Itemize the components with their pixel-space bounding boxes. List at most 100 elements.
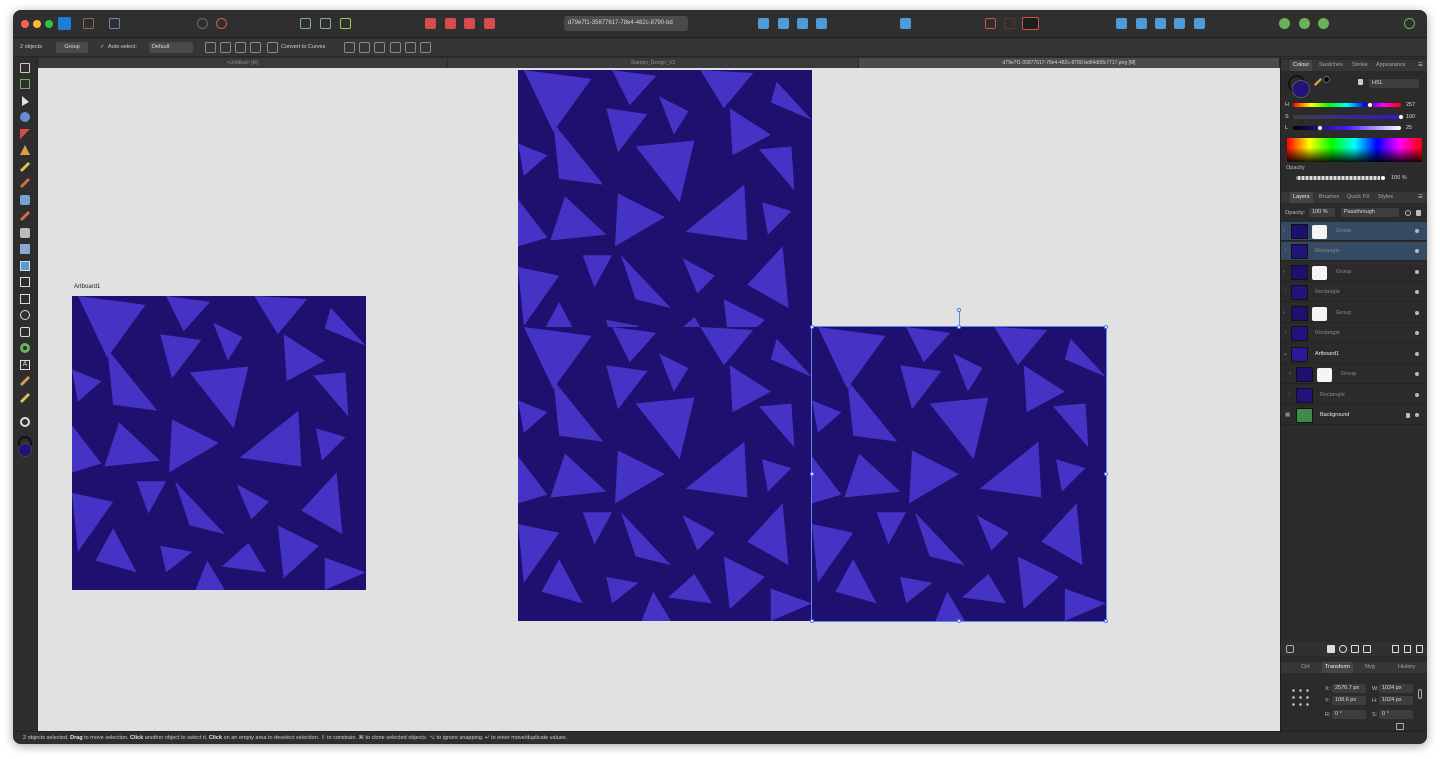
tab-ctrl[interactable]: Ctrl <box>1301 662 1310 673</box>
selection-handle-mr[interactable] <box>1104 472 1108 476</box>
insert-inside-icon[interactable] <box>300 18 311 29</box>
boolean-add-icon[interactable] <box>425 18 436 29</box>
pen-tool-icon[interactable] <box>20 145 30 155</box>
opacity-value[interactable]: 100 % <box>1391 175 1407 181</box>
visibility-toggle[interactable] <box>1415 331 1419 335</box>
group-button[interactable]: Group <box>56 42 88 53</box>
snap-toggle-icon[interactable] <box>1004 18 1015 29</box>
align-bottom-icon[interactable] <box>420 42 431 53</box>
layer-settings-gear-icon[interactable] <box>1405 210 1411 216</box>
studio-colour-icon[interactable] <box>1279 18 1290 29</box>
selection-handle-tr[interactable] <box>1104 325 1108 329</box>
layer-row-rectangle[interactable]: ⋮ Rectangle <box>1281 324 1427 343</box>
align-right-icon[interactable] <box>374 42 385 53</box>
w-field[interactable]: 1024 px <box>1379 684 1413 693</box>
x-field[interactable]: 2576.7 px <box>1332 684 1366 693</box>
lock-icon[interactable] <box>1358 79 1363 85</box>
align-top-icon[interactable] <box>390 42 401 53</box>
artboard-tool-icon[interactable] <box>20 79 30 89</box>
tab-appearance[interactable]: Appearance <box>1376 60 1406 71</box>
selection-handle-tl[interactable] <box>810 325 814 329</box>
tab-brushes[interactable]: Brushes <box>1319 192 1339 203</box>
account-icon[interactable] <box>1404 18 1415 29</box>
selection-handle-tc[interactable] <box>957 325 961 329</box>
pixel-persona-icon[interactable] <box>83 18 94 29</box>
opacity-slider[interactable] <box>1296 176 1381 180</box>
tab-navigator[interactable]: Nvg <box>1365 662 1375 673</box>
pattern-tile-selected[interactable] <box>811 326 1107 622</box>
convert-to-curves-icon[interactable] <box>267 42 278 53</box>
eyedropper-tool-icon[interactable] <box>20 376 30 386</box>
transform-origin-icon[interactable] <box>205 42 216 53</box>
tab-swatches[interactable]: Swatches <box>1319 60 1343 71</box>
settings-gear-icon[interactable] <box>216 18 227 29</box>
add-group-icon[interactable] <box>1363 645 1371 653</box>
donut-tool-icon[interactable] <box>20 343 30 353</box>
studio-swatches-icon[interactable] <box>1299 18 1310 29</box>
magnet-icon[interactable] <box>1022 17 1039 30</box>
layer-row-rectangle[interactable]: ⋮ Rectangle <box>1281 283 1427 302</box>
insert-top-icon[interactable] <box>340 18 351 29</box>
tab-layers[interactable]: Layers <box>1290 192 1313 203</box>
ellipse-tool-icon[interactable] <box>20 310 30 320</box>
designer-persona-icon[interactable] <box>58 17 71 30</box>
tab-current-document[interactable]: d79e7f1-35877617-78e4-482c-8790-bd84d08c… <box>859 58 1280 68</box>
panel-menu-icon[interactable]: ☰ <box>1418 60 1423 71</box>
selection-handle-ml[interactable] <box>810 472 814 476</box>
align-middle-icon[interactable] <box>405 42 416 53</box>
move-tool-icon[interactable] <box>20 63 30 73</box>
layer-row-artboard[interactable]: ⌄ Artboard1 <box>1281 345 1427 364</box>
export-persona-icon[interactable] <box>109 18 120 29</box>
convert-to-curves-button[interactable]: Convert to Curves <box>281 44 325 50</box>
h-field[interactable]: 1024 px <box>1379 696 1413 705</box>
hue-knob[interactable] <box>1367 102 1374 108</box>
opacity-knob[interactable] <box>1380 175 1386 181</box>
snapping-icon[interactable] <box>197 18 208 29</box>
tab-untitled[interactable]: <Untitled> [M] <box>38 58 448 68</box>
visibility-toggle[interactable] <box>1415 372 1419 376</box>
noise-swatch[interactable] <box>1323 76 1330 83</box>
zoom-tool-icon[interactable] <box>20 417 30 427</box>
colour-model-dropdown[interactable]: HSL <box>1369 79 1419 88</box>
layer-lock-icon[interactable] <box>1416 210 1421 216</box>
selection-handle-bl[interactable] <box>810 619 814 623</box>
add-mask-icon[interactable] <box>1327 645 1335 653</box>
visibility-toggle[interactable] <box>1415 393 1419 397</box>
paint-brush-icon[interactable] <box>20 211 30 221</box>
saturation-slider[interactable] <box>1293 115 1401 119</box>
tab-quick-fx[interactable]: Quick FX <box>1347 192 1370 203</box>
fx-icon[interactable] <box>1351 645 1359 653</box>
insert-behind-icon[interactable] <box>320 18 331 29</box>
bounds-icon[interactable] <box>250 42 261 53</box>
align-icon[interactable] <box>900 18 911 29</box>
transform-options-icon[interactable] <box>1396 723 1404 730</box>
layer-row-group[interactable]: › Group <box>1281 263 1427 282</box>
layer-lock-icon[interactable] <box>1406 413 1410 418</box>
vector-brush-icon[interactable] <box>20 178 30 188</box>
transparency-tool-icon[interactable] <box>20 228 30 238</box>
ruler-tool-icon[interactable] <box>20 393 30 403</box>
colour-spectrum[interactable] <box>1287 138 1422 162</box>
saturation-knob[interactable] <box>1398 114 1404 120</box>
tab-styles[interactable]: Styles <box>1378 192 1393 203</box>
auto-select-dropdown[interactable]: Default <box>149 42 193 53</box>
layer-mask-button-icon[interactable] <box>1286 645 1294 653</box>
visibility-toggle[interactable] <box>1415 270 1419 274</box>
delete-layer-icon[interactable] <box>1416 645 1423 653</box>
rotate-left-icon[interactable] <box>797 18 808 29</box>
corner-tool-icon[interactable] <box>20 129 30 139</box>
blend-mode-dropdown[interactable]: Passthrough <box>1341 208 1399 217</box>
layer-row-group[interactable]: › Group <box>1281 304 1427 323</box>
layer-opacity-field[interactable]: 100 % <box>1309 208 1335 217</box>
node-tool-icon[interactable] <box>22 96 29 106</box>
boolean-subtract-icon[interactable] <box>445 18 456 29</box>
y-field[interactable]: 108.6 px <box>1332 696 1366 705</box>
flip-horizontal-icon[interactable] <box>758 18 769 29</box>
canvas[interactable]: Artboard1 <box>38 68 1280 731</box>
visibility-toggle[interactable] <box>1415 249 1419 253</box>
tab-stroke[interactable]: Stroke <box>1352 60 1368 71</box>
picture-frame-icon[interactable] <box>20 261 30 271</box>
rectangle-tool-icon[interactable] <box>20 294 30 304</box>
snap-to-grid-icon[interactable] <box>985 18 996 29</box>
adjustment-icon[interactable] <box>1339 645 1347 653</box>
